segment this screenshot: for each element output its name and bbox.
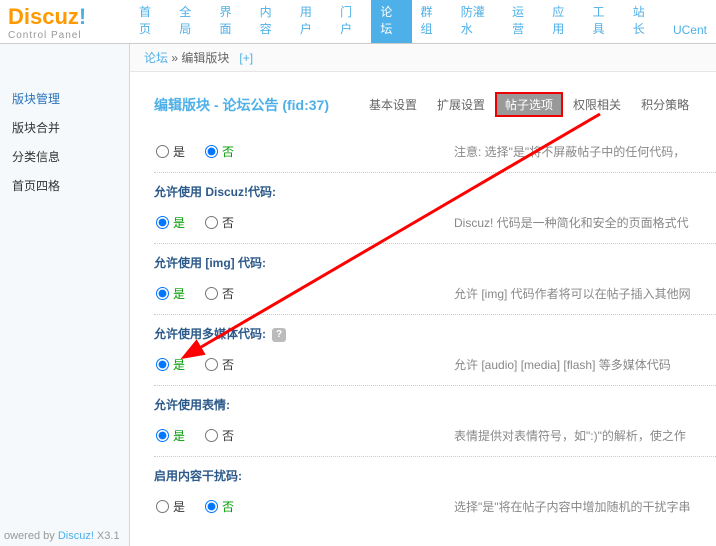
help-icon[interactable]: ?	[272, 328, 286, 342]
setting-desc-1: Discuz! 代码是一种简化和安全的页面格式代	[454, 214, 716, 231]
divider	[154, 314, 716, 315]
topnav-首页[interactable]: 首页	[130, 0, 170, 43]
topnav-应用[interactable]: 应用	[543, 0, 583, 43]
topnav-内容[interactable]: 内容	[251, 0, 291, 43]
setting-row-4: 是 否 表情提供对表情符号，如":)"的解析，使之作	[154, 419, 716, 452]
setting-row-1: 是 否 Discuz! 代码是一种简化和安全的页面格式代	[154, 206, 716, 239]
setting-label-3: 允许使用多媒体代码:?	[154, 321, 716, 348]
divider	[154, 172, 716, 173]
radio-no-1[interactable]: 否	[205, 214, 234, 231]
topnav-门户[interactable]: 门户	[331, 0, 371, 43]
setting-desc-4: 表情提供对表情符号，如":)"的解析，使之作	[454, 427, 716, 444]
radio-yes-5[interactable]: 是	[156, 498, 185, 515]
topnav-工具[interactable]: 工具	[584, 0, 624, 43]
radio-no-4[interactable]: 否	[205, 427, 234, 444]
footer: owered by Discuz! X3.1	[4, 530, 120, 542]
radio-yes-2[interactable]: 是	[156, 285, 185, 302]
setting-desc-3: 允许 [audio] [media] [flash] 等多媒体代码	[454, 356, 716, 373]
setting-row-0: 是 否 注意: 选择"是"将不屏蔽帖子中的任何代码，	[154, 135, 716, 168]
topnav-全局[interactable]: 全局	[170, 0, 210, 43]
radio-no-0[interactable]: 否	[205, 143, 234, 160]
logo-subtitle: Control Panel	[8, 30, 130, 41]
divider	[154, 456, 716, 457]
topnav-站长[interactable]: 站长	[624, 0, 664, 43]
sidebar-item-2[interactable]: 分类信息	[0, 142, 129, 171]
setting-desc-5: 选择"是"将在帖子内容中增加随机的干扰字串	[454, 498, 716, 515]
breadcrumb-edit: 编辑版块	[181, 51, 229, 65]
topnav-UCent[interactable]: UCent	[664, 17, 716, 43]
breadcrumb-forum[interactable]: 论坛	[144, 51, 168, 65]
breadcrumb-add[interactable]: [+]	[239, 51, 253, 65]
topnav-群组[interactable]: 群组	[412, 0, 452, 43]
topnav-论坛[interactable]: 论坛	[371, 0, 411, 43]
radio-yes-4[interactable]: 是	[156, 427, 185, 444]
radio-yes-1[interactable]: 是	[156, 214, 185, 231]
sidebar-item-3[interactable]: 首页四格	[0, 171, 129, 200]
setting-desc-2: 允许 [img] 代码作者将可以在帖子插入其他网	[454, 285, 716, 302]
divider	[154, 243, 716, 244]
topnav-用户[interactable]: 用户	[291, 0, 331, 43]
topnav-运营[interactable]: 运营	[503, 0, 543, 43]
tab-0[interactable]: 基本设置	[359, 92, 427, 117]
tab-4[interactable]: 积分策略	[631, 92, 699, 117]
setting-label-1: 允许使用 Discuz!代码:	[154, 179, 716, 206]
tab-1[interactable]: 扩展设置	[427, 92, 495, 117]
radio-yes-0[interactable]: 是	[156, 143, 185, 160]
topnav-防灌水[interactable]: 防灌水	[452, 0, 503, 43]
radio-yes-3[interactable]: 是	[156, 356, 185, 373]
logo-brand: Discuz	[8, 4, 79, 29]
top-nav: 首页全局界面内容用户门户论坛群组防灌水运营应用工具站长UCent	[130, 0, 716, 43]
radio-no-5[interactable]: 否	[205, 498, 234, 515]
footer-link[interactable]: Discuz!	[58, 530, 94, 542]
divider	[154, 385, 716, 386]
page-title: 编辑版块 - 论坛公告 (fid:37)	[154, 95, 329, 115]
setting-label-4: 允许使用表情:	[154, 392, 716, 419]
topnav-界面[interactable]: 界面	[210, 0, 250, 43]
setting-label-2: 允许使用 [img] 代码:	[154, 250, 716, 277]
breadcrumb: 论坛 » 编辑版块 [+]	[130, 44, 716, 72]
tab-3[interactable]: 权限相关	[563, 92, 631, 117]
sidebar: 版块管理版块合并分类信息首页四格	[0, 44, 130, 546]
logo-excl: !	[79, 4, 86, 29]
setting-label-5: 启用内容干扰码:	[154, 463, 716, 490]
setting-desc-0: 注意: 选择"是"将不屏蔽帖子中的任何代码，	[454, 143, 716, 160]
setting-row-3: 是 否 允许 [audio] [media] [flash] 等多媒体代码	[154, 348, 716, 381]
tab-2[interactable]: 帖子选项	[495, 92, 563, 117]
setting-row-5: 是 否 选择"是"将在帖子内容中增加随机的干扰字串	[154, 490, 716, 523]
tabs: 基本设置扩展设置帖子选项权限相关积分策略	[359, 92, 699, 117]
radio-no-3[interactable]: 否	[205, 356, 234, 373]
radio-no-2[interactable]: 否	[205, 285, 234, 302]
setting-row-2: 是 否 允许 [img] 代码作者将可以在帖子插入其他网	[154, 277, 716, 310]
sidebar-item-0[interactable]: 版块管理	[0, 84, 129, 113]
sidebar-item-1[interactable]: 版块合并	[0, 113, 129, 142]
logo: Discuz! Control Panel	[0, 0, 130, 43]
